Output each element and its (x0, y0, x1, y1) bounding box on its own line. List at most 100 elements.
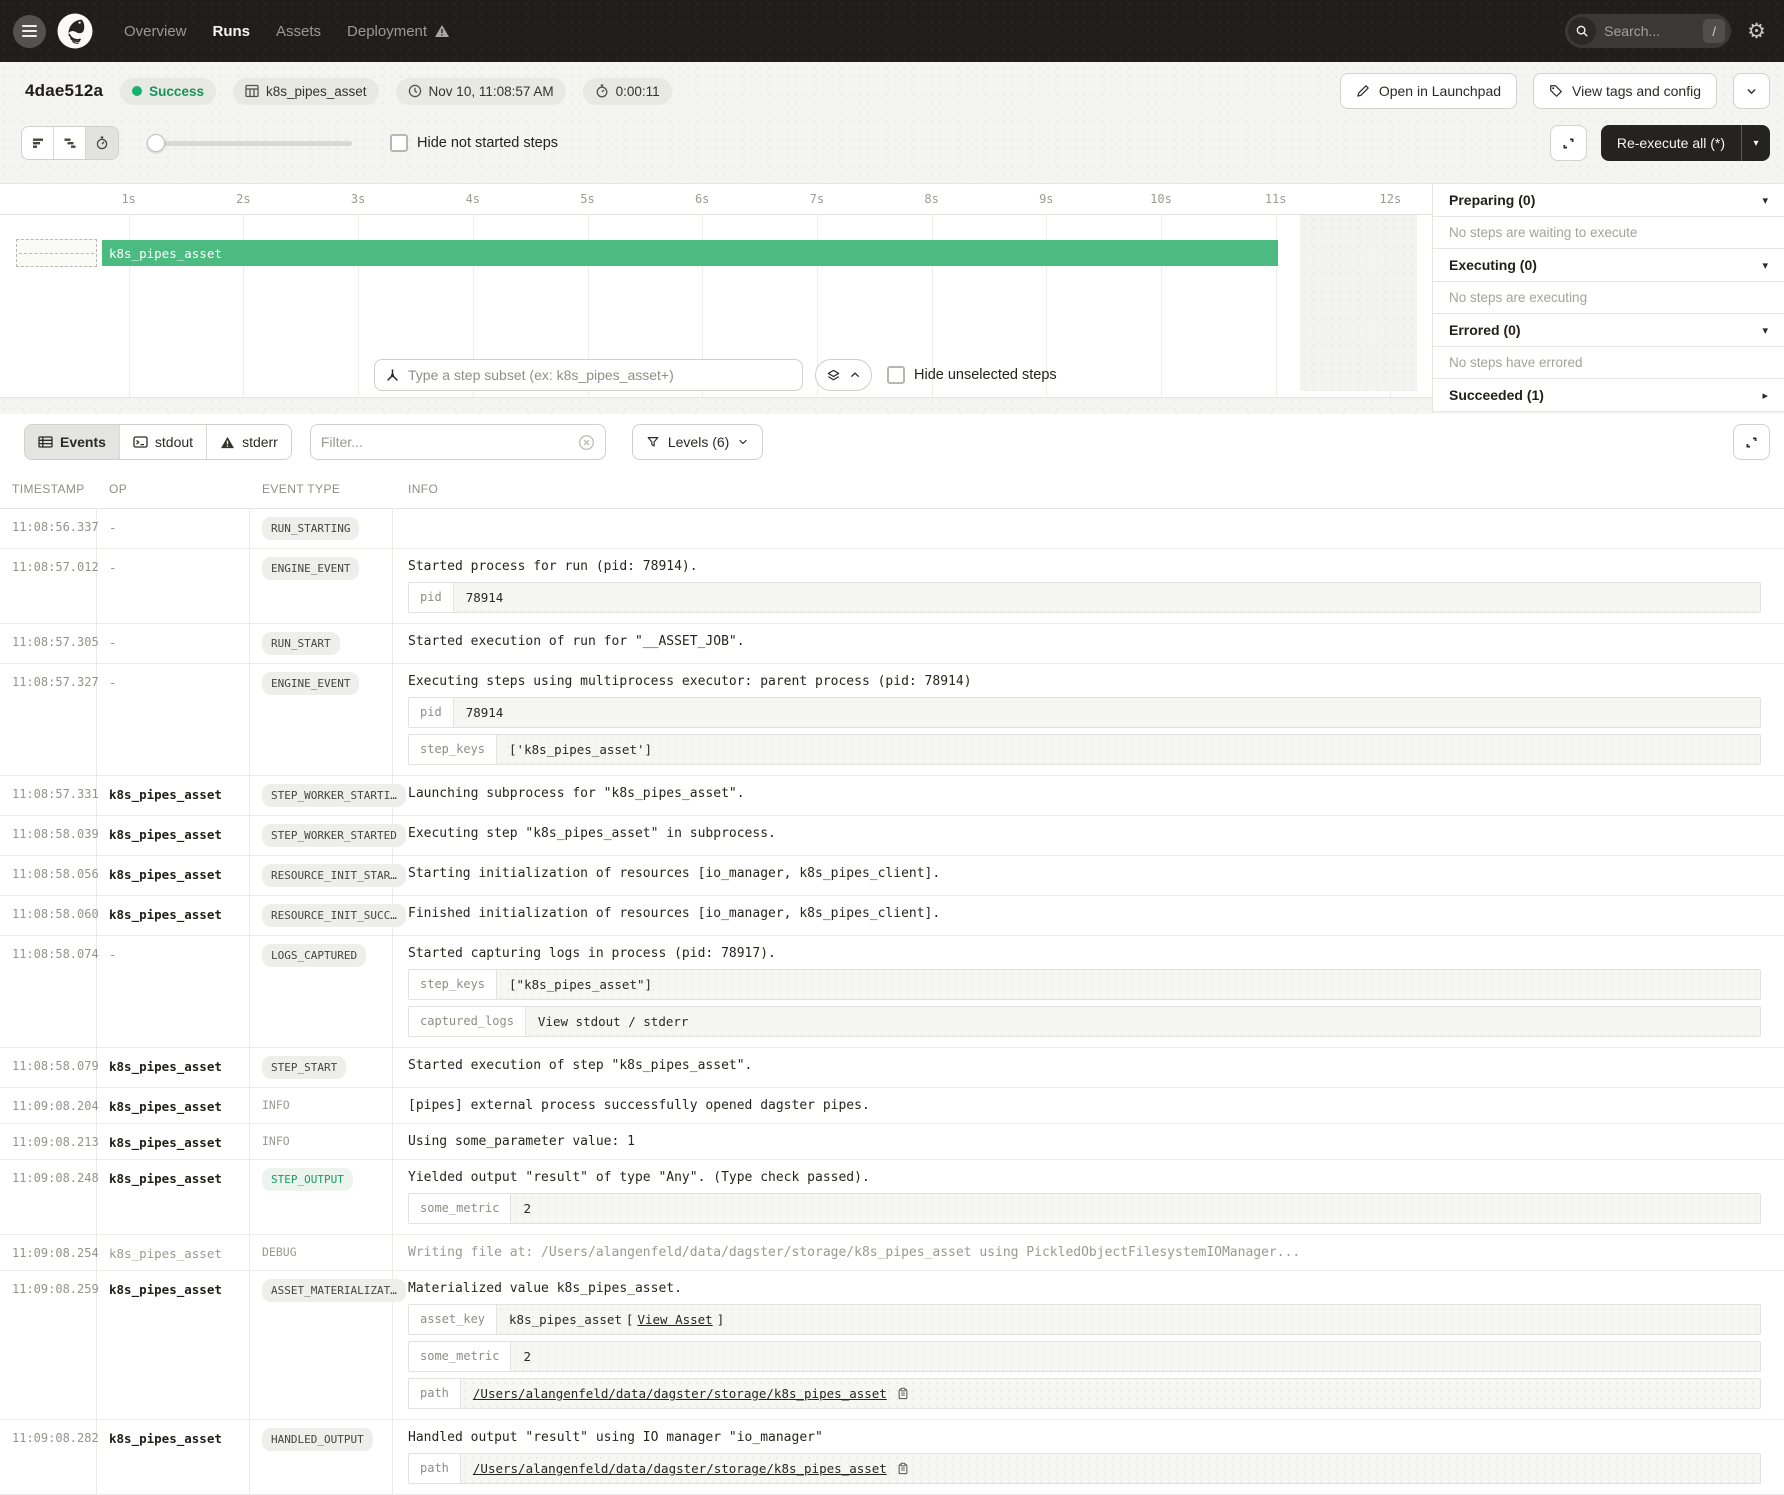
log-fullscreen-button[interactable] (1733, 424, 1770, 460)
event-info-text: Handled output "result" using IO manager… (408, 1430, 1772, 1445)
nav-item-deployment[interactable]: Deployment (347, 23, 450, 40)
metadata-key: path (409, 1454, 461, 1483)
event-type-tag: INFO (262, 1132, 290, 1150)
event-timestamp: 11:09:08.259 (0, 1271, 97, 1419)
terminal-icon (133, 435, 148, 449)
gantt-step-bar[interactable]: k8s_pipes_asset (102, 240, 1278, 266)
metadata-value: k8s_pipes_asset [View Asset] (497, 1305, 1760, 1334)
dagster-logo-icon[interactable] (57, 13, 93, 49)
clear-filter-icon[interactable] (578, 434, 595, 451)
run-tag[interactable]: 0:00:11 (583, 78, 672, 105)
step-panel-empty-message: No steps have errored (1433, 347, 1784, 379)
settings-gear-button[interactable]: ⚙ (1747, 21, 1766, 42)
hide-not-started-checkbox[interactable] (390, 134, 408, 152)
step-panel-section-header[interactable]: Succeeded (1)▸ (1433, 379, 1784, 412)
event-op: k8s_pipes_asset (97, 1271, 250, 1419)
event-type-tag: RUN_START (262, 632, 340, 655)
event-info: [pipes] external process successfully op… (393, 1088, 1784, 1123)
event-type-cell: RESOURCE_INIT_SUCC… (250, 896, 393, 935)
event-row: 11:09:08.213k8s_pipes_assetINFOUsing som… (0, 1124, 1784, 1160)
re-execute-dropdown-caret-icon[interactable]: ▾ (1742, 138, 1770, 149)
step-panel-section-header[interactable]: Errored (0)▾ (1433, 314, 1784, 347)
gantt-waiting-line (19, 253, 94, 254)
gantt-zoom-slider[interactable] (147, 134, 352, 152)
gantt-after-run-region (1300, 215, 1417, 391)
run-actions-dropdown-button[interactable] (1733, 73, 1770, 109)
timeline-tick: 4s (466, 192, 480, 206)
event-table-body: 11:08:56.337-RUN_STARTING 11:08:57.012-E… (0, 509, 1784, 1495)
timed-view-button[interactable] (86, 127, 118, 159)
event-info-text: Started capturing logs in process (pid: … (408, 946, 1772, 961)
event-info: Writing file at: /Users/alangenfeld/data… (393, 1235, 1784, 1270)
event-timestamp: 11:08:56.337 (0, 509, 97, 548)
event-type-cell: STEP_OUTPUT (250, 1160, 393, 1234)
metadata-value: View stdout / stderr (526, 1007, 1760, 1036)
timeline-tick: 9s (1039, 192, 1053, 206)
view-tags-config-button[interactable]: View tags and config (1533, 73, 1717, 109)
step-subset-input[interactable] (408, 367, 792, 383)
metadata-key: some_metric (409, 1194, 511, 1223)
hide-unselected-checkbox[interactable] (887, 366, 905, 384)
graph-query-toggle-button[interactable] (815, 359, 872, 391)
timeline-tick: 12s (1380, 192, 1402, 206)
metadata-path-link[interactable]: /Users/alangenfeld/data/dagster/storage/… (473, 1386, 887, 1401)
timeline-tick: 7s (810, 192, 824, 206)
log-filter-field[interactable] (310, 424, 606, 460)
copy-icon[interactable] (897, 1387, 909, 1400)
log-filter-input[interactable] (321, 434, 578, 450)
tab-stdout[interactable]: stdout (120, 425, 207, 459)
event-timestamp: 11:08:57.305 (0, 624, 97, 663)
event-row: 11:09:08.282k8s_pipes_assetHANDLED_OUTPU… (0, 1420, 1784, 1495)
event-info: Started capturing logs in process (pid: … (393, 936, 1784, 1047)
nav-item-runs[interactable]: Runs (213, 23, 251, 40)
step-panel-section-header[interactable]: Preparing (0)▾ (1433, 184, 1784, 217)
event-metadata-entry: step_keys['k8s_pipes_asset'] (408, 734, 1761, 765)
nav-item-overview[interactable]: Overview (124, 23, 187, 40)
metadata-value-text[interactable]: View stdout / stderr (538, 1014, 689, 1029)
tab-stderr[interactable]: stderr (207, 425, 291, 459)
event-type-tag: INFO (262, 1096, 290, 1114)
metadata-value-text: ["k8s_pipes_asset"] (509, 977, 652, 992)
tab-Events[interactable]: Events (25, 425, 120, 459)
event-timestamp: 11:08:58.079 (0, 1048, 97, 1087)
metadata-value: 2 (511, 1342, 1760, 1371)
metadata-key: step_keys (409, 735, 497, 764)
event-type-tag: HANDLED_OUTPUT (262, 1428, 373, 1451)
op-selector-icon (385, 368, 400, 383)
search-input[interactable] (1604, 23, 1690, 39)
event-type-cell: RUN_STARTING (250, 509, 393, 548)
event-type-tag: ASSET_MATERIALIZAT… (262, 1279, 406, 1302)
open-in-launchpad-button[interactable]: Open in Launchpad (1340, 73, 1517, 109)
search-box[interactable]: / (1565, 14, 1731, 48)
slider-knob[interactable] (147, 134, 165, 152)
flat-view-icon (31, 136, 45, 150)
copy-icon[interactable] (897, 1462, 909, 1475)
nav-item-assets[interactable]: Assets (276, 23, 321, 40)
re-execute-all-button[interactable]: Re-execute all (*) ▾ (1601, 125, 1770, 161)
metadata-value-text: k8s_pipes_asset (509, 1312, 622, 1327)
levels-filter-button[interactable]: Levels (6) (632, 424, 763, 460)
timer-icon (595, 84, 609, 98)
metadata-value-text: 78914 (466, 705, 504, 720)
menu-button[interactable] (13, 15, 46, 48)
event-type-cell: RESOURCE_INIT_STAR… (250, 856, 393, 895)
flat-view-button[interactable] (22, 127, 54, 159)
event-row: 11:09:08.204k8s_pipes_assetINFO[pipes] e… (0, 1088, 1784, 1124)
timeline-tick: 6s (695, 192, 709, 206)
event-info-text: Materialized value k8s_pipes_asset. (408, 1281, 1772, 1296)
view-asset-link[interactable]: View Asset (637, 1312, 712, 1327)
run-tag[interactable]: k8s_pipes_asset (233, 78, 379, 105)
waterfall-view-button[interactable] (54, 127, 86, 159)
col-op: OP (97, 470, 250, 508)
event-info-text (408, 519, 1772, 534)
gantt-fullscreen-button[interactable] (1550, 125, 1587, 161)
event-info-text: Using some_parameter value: 1 (408, 1134, 1772, 1149)
table-icon (38, 435, 53, 449)
step-subset-field[interactable] (374, 359, 803, 391)
step-panel-section-header[interactable]: Executing (0)▾ (1433, 249, 1784, 282)
metadata-path-link[interactable]: /Users/alangenfeld/data/dagster/storage/… (473, 1461, 887, 1476)
levels-filter-label: Levels (6) (668, 434, 729, 450)
event-info: Started process for run (pid: 78914).pid… (393, 549, 1784, 623)
event-info: Materialized value k8s_pipes_asset.asset… (393, 1271, 1784, 1419)
run-tag[interactable]: Nov 10, 11:08:57 AM (396, 78, 566, 105)
